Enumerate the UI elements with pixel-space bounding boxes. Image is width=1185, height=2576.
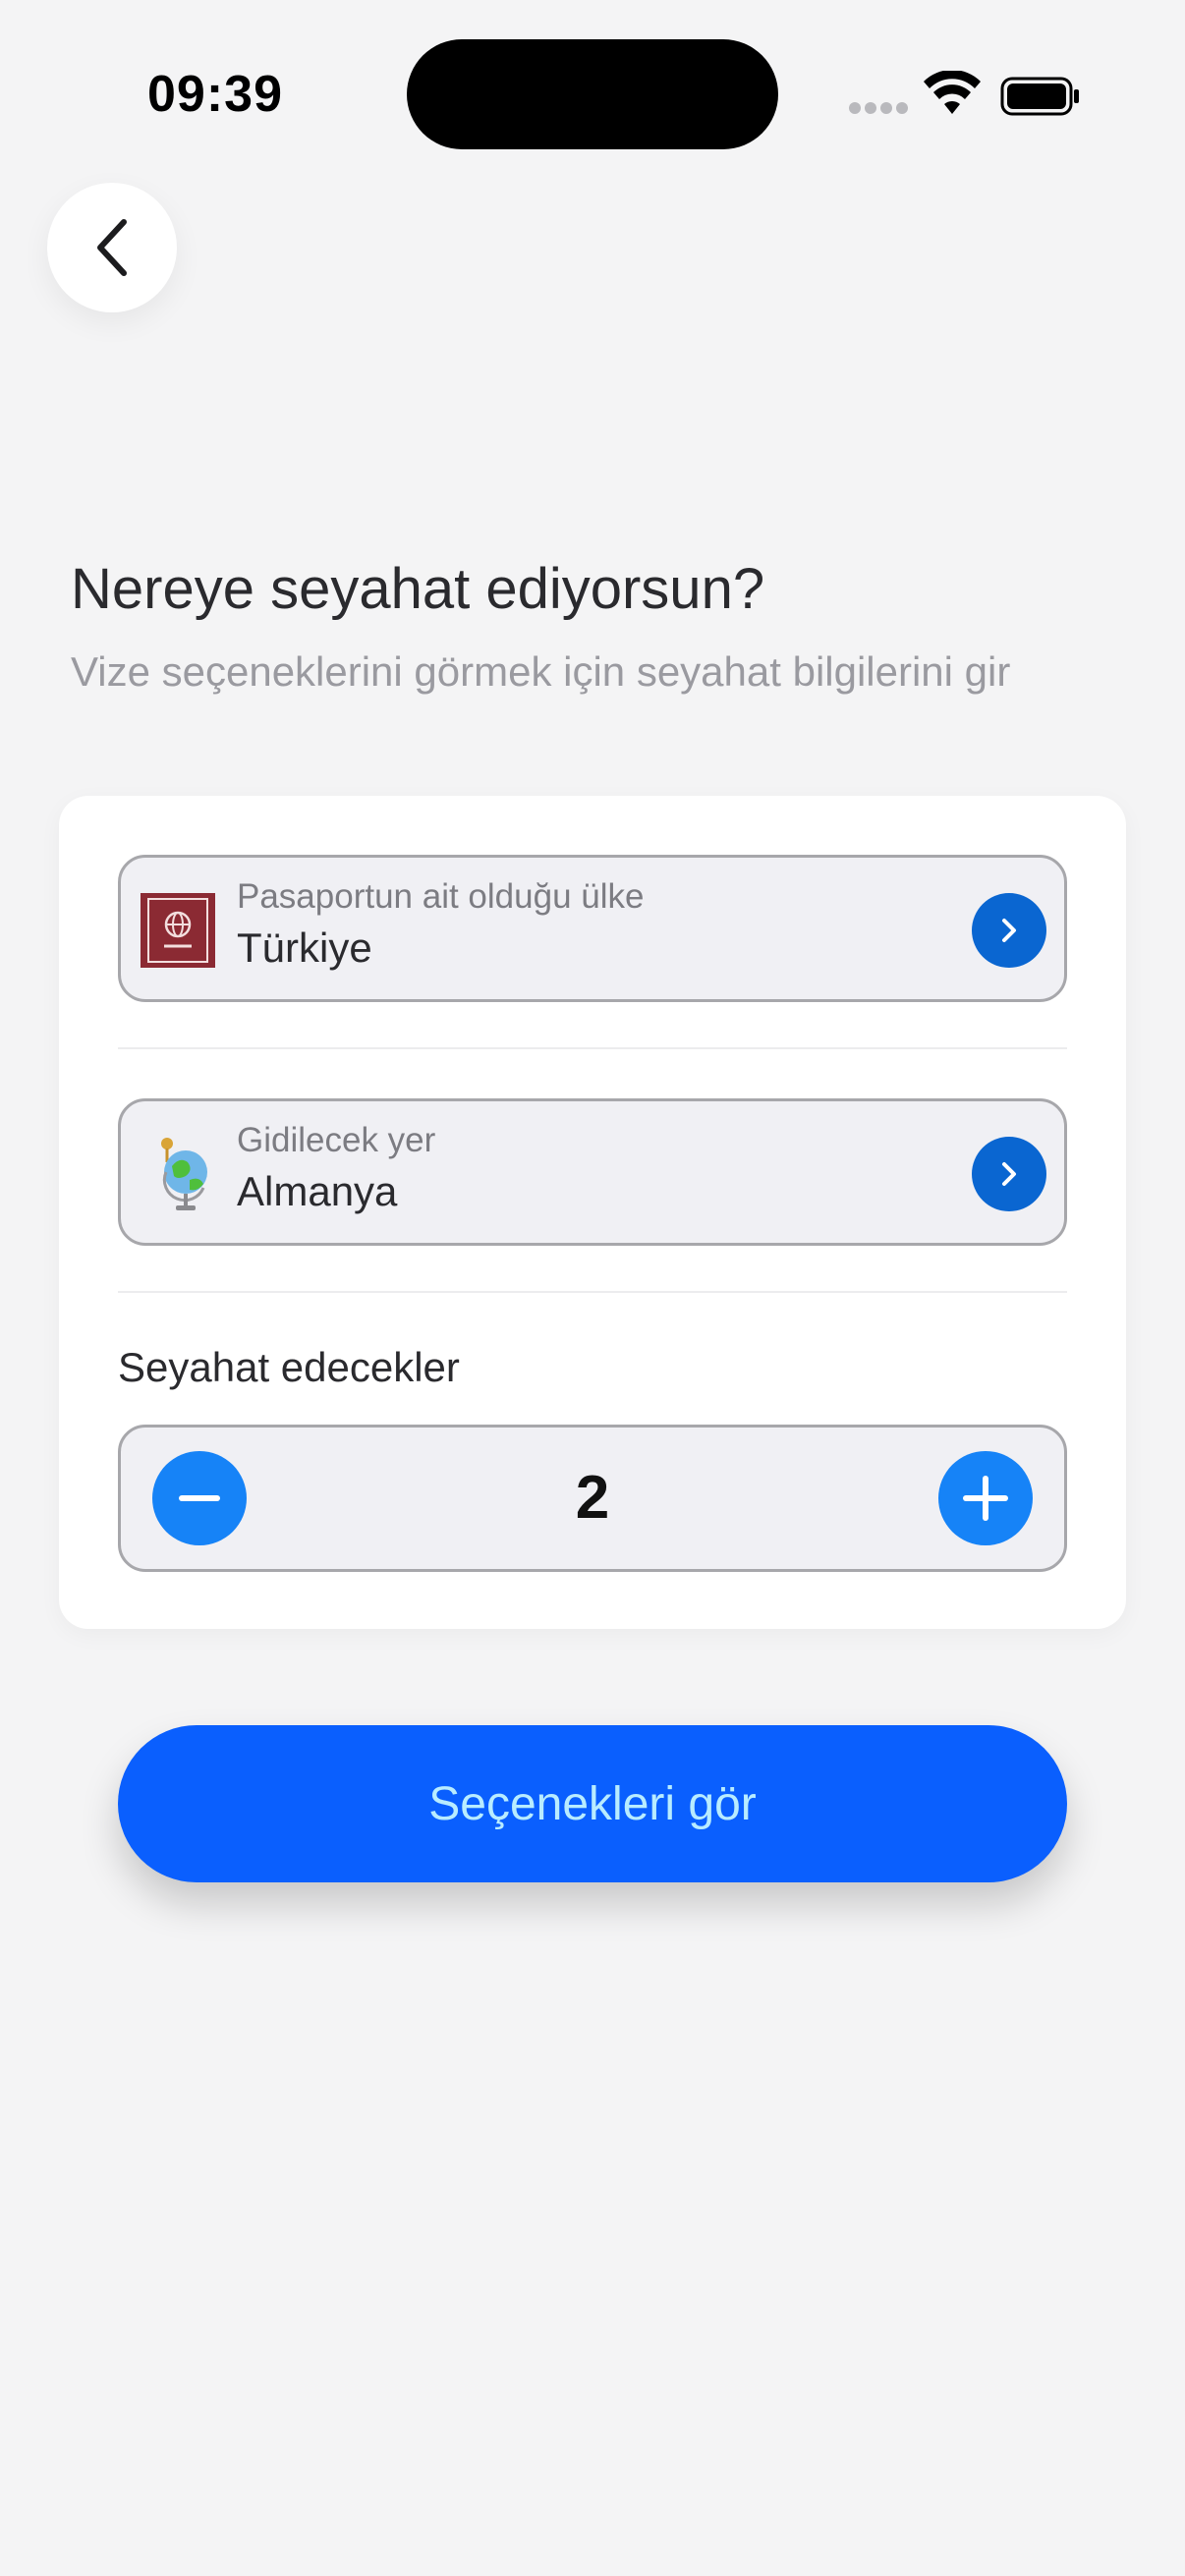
passport-country-chevron-button[interactable] <box>972 893 1046 968</box>
divider <box>118 1047 1067 1049</box>
destination-label: Gidilecek yer <box>237 1121 436 1159</box>
passport-country-label: Pasaportun ait olduğu ülke <box>237 877 645 916</box>
see-options-button[interactable]: Seçenekleri gör <box>118 1725 1067 1882</box>
passport-country-field[interactable]: Pasaportun ait olduğu ülke Türkiye <box>118 855 1067 1002</box>
destination-field[interactable]: Gidilecek yer Almanya <box>118 1098 1067 1246</box>
destination-value: Almanya <box>237 1168 398 1214</box>
cellular-signal-icon <box>849 102 908 116</box>
travelers-count: 2 <box>575 1464 610 1532</box>
chevron-left-icon <box>97 219 127 276</box>
plus-icon <box>963 1476 1008 1521</box>
screen: 09:39 Nereye seyahat ediyorsun? Vize seç… <box>0 0 1185 2576</box>
dynamic-island <box>407 39 778 149</box>
status-time: 09:39 <box>147 66 283 123</box>
chevron-right-icon <box>1002 919 1016 942</box>
battery-icon <box>1000 77 1079 116</box>
passport-country-value: Türkiye <box>237 924 372 971</box>
travelers-label: Seyahat edecekler <box>118 1344 460 1390</box>
passport-icon <box>141 893 215 968</box>
page-subtitle: Vize seçeneklerini görmek için seyahat b… <box>71 648 1011 695</box>
globe-icon <box>161 1138 207 1210</box>
page-title: Nereye seyahat ediyorsun? <box>71 557 765 621</box>
wifi-icon <box>924 71 981 114</box>
increment-button[interactable] <box>938 1451 1033 1545</box>
travel-form-card: Pasaportun ait olduğu ülke Türkiye Gidil… <box>59 796 1126 1629</box>
divider <box>118 1291 1067 1293</box>
chevron-right-icon <box>1002 1162 1016 1186</box>
travelers-stepper: 2 <box>118 1425 1067 1572</box>
back-button[interactable] <box>47 183 177 312</box>
destination-chevron-button[interactable] <box>972 1137 1046 1211</box>
